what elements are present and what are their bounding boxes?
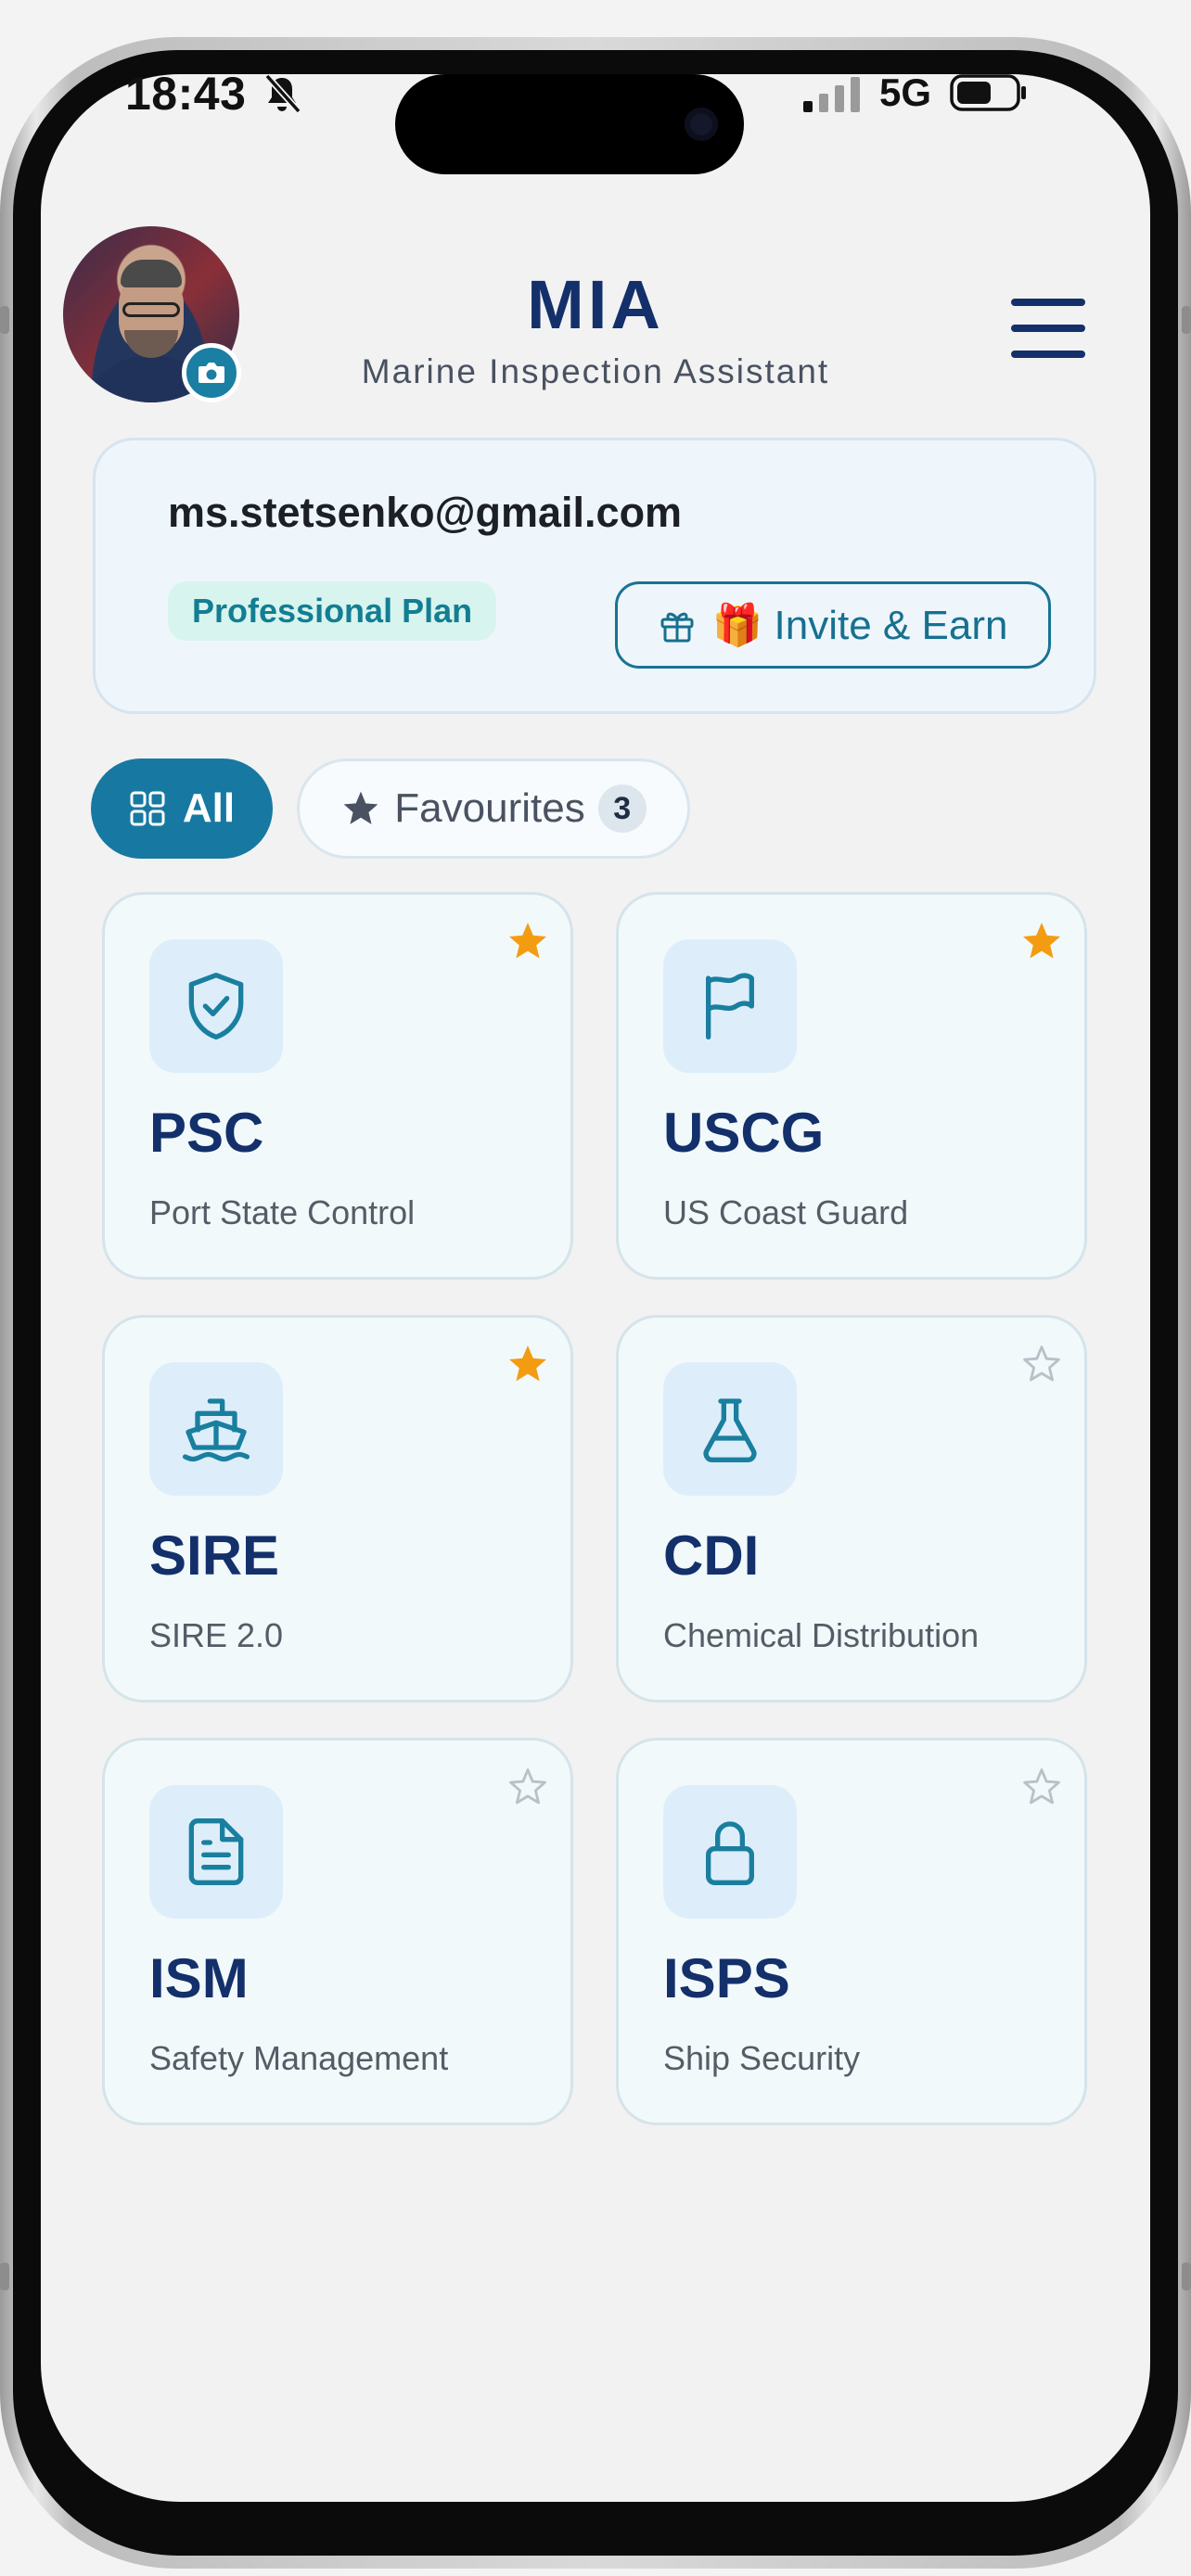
side-button — [0, 2263, 9, 2290]
front-camera — [685, 108, 718, 141]
module-code: PSC — [149, 1102, 264, 1164]
favourite-star-icon[interactable] — [506, 919, 550, 963]
shield-check-icon — [188, 973, 244, 1039]
module-card-sire[interactable]: SIRE SIRE 2.0 — [102, 1315, 573, 1702]
account-card: ms.stetsenko@gmail.com Professional Plan… — [93, 438, 1096, 714]
side-button — [1182, 2263, 1191, 2290]
star-icon — [343, 791, 378, 824]
module-card-psc[interactable]: PSC Port State Control — [102, 892, 573, 1280]
module-code: USCG — [663, 1102, 825, 1164]
invite-earn-label: 🎁 Invite & Earn — [711, 603, 1008, 648]
bell-muted-icon — [264, 73, 301, 114]
module-name: Safety Management — [149, 2039, 449, 2077]
dynamic-island — [395, 74, 744, 174]
cellular-signal-icon — [803, 77, 860, 112]
filter-all-label: All — [182, 785, 236, 831]
ship-icon — [183, 1398, 250, 1462]
plan-badge: Professional Plan — [168, 581, 497, 641]
app-subtitle: Marine Inspection Assistant — [361, 352, 830, 390]
user-email: ms.stetsenko@gmail.com — [168, 489, 683, 536]
favourite-star-icon[interactable] — [1019, 919, 1064, 963]
filter-all-chip[interactable]: All — [91, 759, 273, 859]
module-name: US Coast Guard — [663, 1193, 909, 1231]
module-name: Ship Security — [663, 2039, 861, 2077]
module-code: CDI — [663, 1524, 760, 1587]
module-name: SIRE 2.0 — [149, 1616, 284, 1654]
flag-icon — [706, 973, 754, 1039]
favourite-star-outline-icon[interactable] — [1019, 1765, 1064, 1809]
favourites-count-badge: 3 — [597, 784, 647, 833]
module-card-ism[interactable]: ISM Safety Management — [102, 1738, 573, 2125]
module-card-isps[interactable]: ISPS Ship Security — [616, 1738, 1087, 2125]
flask-icon — [703, 1398, 757, 1462]
network-type: 5G — [879, 70, 932, 114]
document-icon — [188, 1818, 244, 1885]
module-card-cdi[interactable]: CDI Chemical Distribution — [616, 1315, 1087, 1702]
favourite-star-icon[interactable] — [506, 1342, 550, 1386]
invite-earn-button[interactable]: 🎁 Invite & Earn — [615, 581, 1051, 669]
module-code: SIRE — [149, 1524, 280, 1587]
module-card-uscg[interactable]: USCG US Coast Guard — [616, 892, 1087, 1280]
lock-icon — [706, 1821, 754, 1885]
module-name: Port State Control — [149, 1193, 416, 1231]
battery-icon — [950, 74, 1026, 111]
hamburger-icon — [1011, 299, 1085, 306]
module-code: ISPS — [663, 1947, 790, 2009]
module-name: Chemical Distribution — [663, 1616, 980, 1654]
favourite-star-outline-icon[interactable] — [506, 1765, 550, 1809]
module-code: ISM — [149, 1947, 249, 2009]
status-time: 18:43 — [125, 68, 247, 120]
filter-favourites-label: Favourites — [394, 785, 585, 831]
filter-favourites-chip[interactable]: Favourites 3 — [297, 759, 690, 859]
gift-icon — [660, 612, 694, 643]
favourite-star-outline-icon[interactable] — [1019, 1342, 1064, 1386]
grid-icon — [130, 791, 165, 826]
menu-button[interactable] — [1011, 299, 1085, 358]
